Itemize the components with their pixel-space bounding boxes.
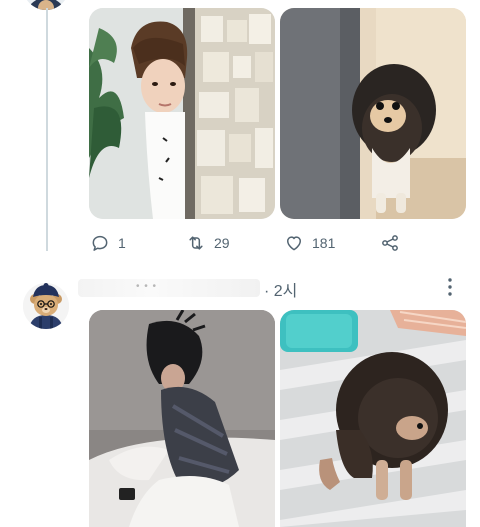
comment-icon [92, 235, 108, 251]
tweet-timestamp[interactable]: · 2시 [264, 277, 297, 301]
user-avatar[interactable] [23, 283, 69, 329]
like-count: 181 [312, 235, 336, 251]
media-image-person-peeking[interactable] [89, 8, 275, 219]
like-button[interactable]: 181 [284, 232, 335, 254]
thread-connector-line [46, 8, 48, 251]
blurred-user-name [78, 279, 260, 297]
reply-button[interactable]: 1 [90, 232, 126, 254]
media-image-dog-sitting[interactable] [280, 310, 466, 527]
share-button[interactable] [380, 232, 400, 254]
share-icon [382, 235, 398, 251]
blurred-handle-dots: • • • [136, 281, 158, 292]
reply-count: 1 [118, 235, 126, 251]
tweet-action-bar: 1 29 181 [0, 232, 480, 254]
media-image-person-in-bed[interactable] [89, 310, 275, 527]
retweet-count: 29 [214, 235, 230, 251]
more-options-button[interactable] [440, 275, 460, 299]
media-image-dog-peeking[interactable] [280, 8, 466, 219]
retweet-icon [189, 236, 203, 250]
retweet-button[interactable]: 29 [186, 232, 230, 254]
tweet-header: • • • · 2시 [78, 277, 468, 301]
heart-icon [287, 236, 301, 251]
more-dots-icon [448, 278, 452, 296]
